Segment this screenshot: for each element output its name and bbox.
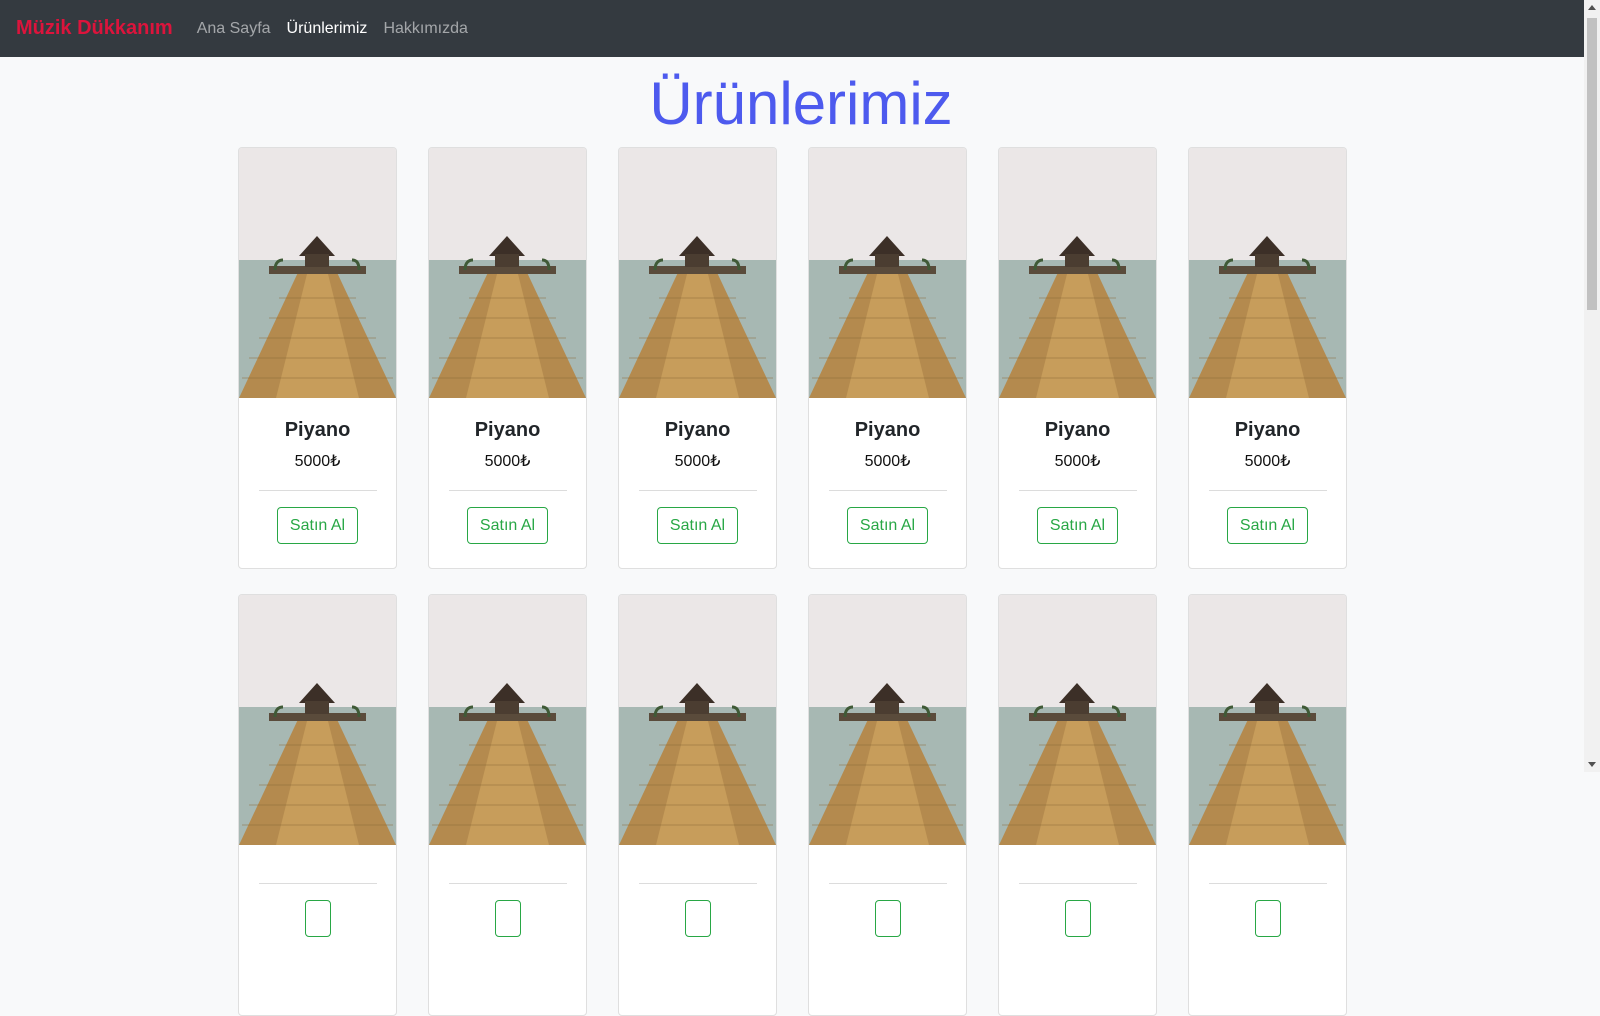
product-card [428,594,587,1016]
buy-button[interactable] [494,900,521,937]
product-grid: Piyano 5000₺ Satın Al Piyano 5000₺ Satın… [238,147,1348,1016]
nav-link-products[interactable]: Ürünlerimiz [287,20,368,38]
buy-button[interactable]: Satın Al [276,507,359,544]
product-image [1189,595,1346,845]
product-name: Piyano [664,419,731,441]
card-body: Piyano 5000₺ Satın Al [809,398,966,544]
product-name: Piyano [474,419,541,441]
product-card: Piyano 5000₺ Satın Al [998,147,1157,569]
card-body [1189,845,1346,941]
navbar: Müzik Dükkanım Ana Sayfa Ürünlerimiz Hak… [0,0,1584,57]
product-price: 5000₺ [674,453,721,470]
page-title: Ürünlerimiz [649,70,953,137]
card-body [619,845,776,941]
product-card [998,594,1157,1016]
scroll-up-icon[interactable] [1588,5,1596,10]
product-image [809,148,966,398]
product-card [808,594,967,1016]
buy-button[interactable] [304,900,331,937]
product-name: Piyano [1234,419,1301,441]
product-image [429,595,586,845]
card-divider [448,883,567,884]
nav-link-about[interactable]: Hakkımızda [383,20,467,38]
card-divider [1018,490,1137,491]
buy-button[interactable]: Satın Al [1226,507,1309,544]
card-divider [448,490,567,491]
product-image [429,148,586,398]
buy-button[interactable] [1064,900,1091,937]
card-body [999,845,1156,941]
card-divider [638,883,757,884]
card-body: Piyano 5000₺ Satın Al [619,398,776,544]
product-image [619,595,776,845]
product-card: Piyano 5000₺ Satın Al [428,147,587,569]
buy-button[interactable] [684,900,711,937]
product-name [1189,845,1346,865]
product-name: Piyano [854,419,921,441]
buy-button[interactable]: Satın Al [466,507,549,544]
product-price: 5000₺ [1244,453,1291,470]
nav-links: Ana Sayfa Ürünlerimiz Hakkımızda [197,20,484,38]
product-name: Piyano [1044,419,1111,441]
card-body: Piyano 5000₺ Satın Al [1189,398,1346,544]
buy-button[interactable]: Satın Al [846,507,929,544]
card-body [809,845,966,941]
product-name [429,845,586,865]
product-image [999,595,1156,845]
product-card: Piyano 5000₺ Satın Al [808,147,967,569]
buy-button[interactable]: Satın Al [656,507,739,544]
product-name: Piyano [284,419,351,441]
product-image [239,148,396,398]
product-card: Piyano 5000₺ Satın Al [618,147,777,569]
card-divider [258,883,377,884]
card-body: Piyano 5000₺ Satın Al [429,398,586,544]
product-name [809,845,966,865]
card-divider [1208,883,1327,884]
product-price: 5000₺ [294,453,341,470]
product-price: 5000₺ [484,453,531,470]
product-card: Piyano 5000₺ Satın Al [1188,147,1347,569]
card-divider [258,490,377,491]
card-body: Piyano 5000₺ Satın Al [999,398,1156,544]
main-content: Ürünlerimiz Piyano 5000₺ Satın Al Piyano… [0,57,1584,1016]
scroll-thumb[interactable] [1587,18,1597,310]
product-card [1188,594,1347,1016]
card-divider [638,490,757,491]
buy-button[interactable] [874,900,901,937]
buy-button[interactable] [1254,900,1281,937]
card-divider [1208,490,1327,491]
nav-link-home[interactable]: Ana Sayfa [197,20,271,38]
product-image [809,595,966,845]
product-price: 5000₺ [864,453,911,470]
product-price: 5000₺ [1054,453,1101,470]
card-body: Piyano 5000₺ Satın Al [239,398,396,544]
product-card [618,594,777,1016]
product-image [619,148,776,398]
brand-link[interactable]: Müzik Dükkanım [16,17,173,40]
vertical-scrollbar[interactable] [1584,0,1600,772]
product-image [999,148,1156,398]
product-card: Piyano 5000₺ Satın Al [238,147,397,569]
buy-button[interactable]: Satın Al [1036,507,1119,544]
scroll-down-icon[interactable] [1588,762,1596,767]
product-name [999,845,1156,865]
card-body [239,845,396,941]
card-body [429,845,586,941]
card-divider [828,883,947,884]
product-name [619,845,776,865]
product-image [239,595,396,845]
card-divider [1018,883,1137,884]
product-image [1189,148,1346,398]
product-name [239,845,396,865]
product-card [238,594,397,1016]
card-divider [828,490,947,491]
